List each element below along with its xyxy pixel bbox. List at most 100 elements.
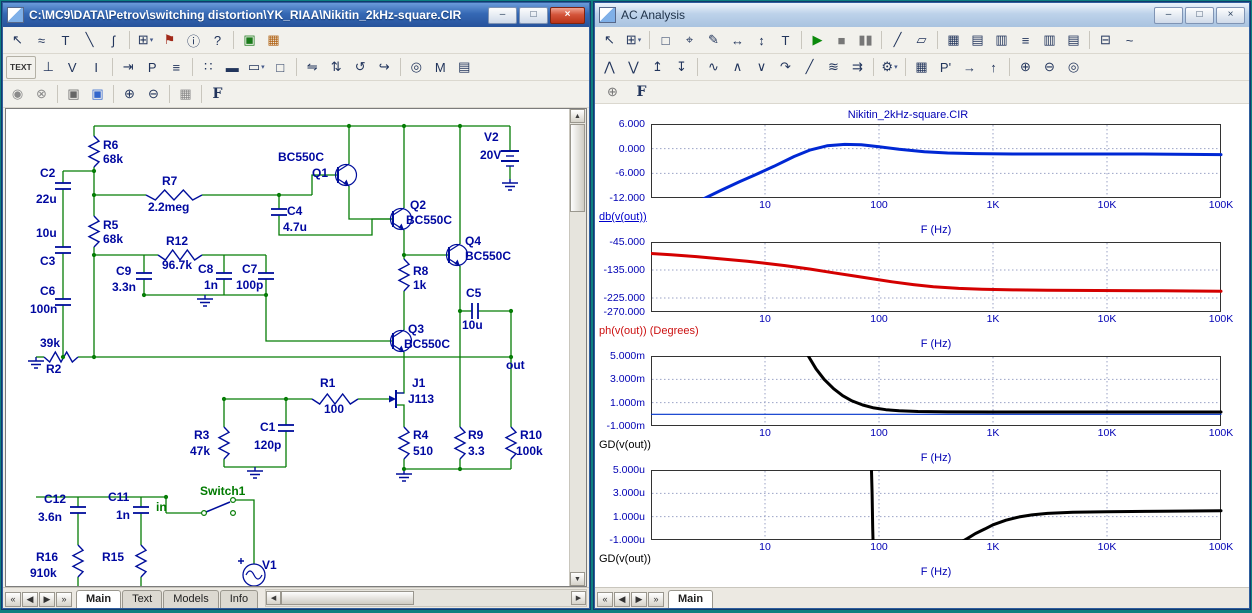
scroll-up-button[interactable]: ▲ [570,109,585,123]
component-label-39k[interactable]: 39k [40,337,60,350]
component-label-j1[interactable]: J1 [412,377,425,390]
component-label-j113[interactable]: J113 [408,393,434,406]
plot-area[interactable]: Nikitin_2kHz-square.CIR6.0000.000-6.000-… [595,104,1249,587]
font-button[interactable]: F [630,81,653,104]
component-label-1n[interactable]: 1n [116,509,130,522]
component-label-c5[interactable]: C5 [466,287,481,300]
vertical-scrollbar-track[interactable] [570,212,586,572]
ruler-toggle[interactable]: ▥ [990,29,1013,52]
component-label-out[interactable]: out [506,359,525,372]
tab-text[interactable]: Text [122,590,162,608]
component-label-c2[interactable]: C2 [40,167,55,180]
component-label-3.3[interactable]: 3.3 [468,445,485,458]
component-label-v1[interactable]: V1 [262,559,277,572]
component-label-r8[interactable]: R8 [413,265,428,278]
mirror-tool[interactable]: ⇋ [301,56,324,79]
component-label-22u[interactable]: 22u [36,193,57,206]
envelope-button[interactable]: ≋ [822,56,845,79]
component-label-10u[interactable]: 10u [36,227,57,240]
data-points-toggle[interactable]: ▦ [942,29,965,52]
component-label-c8[interactable]: C8 [198,263,213,276]
nav-first-button[interactable]: « [597,592,613,607]
component-label-bc550c[interactable]: BC550C [406,214,452,227]
component-label-100[interactable]: 100 [324,403,344,416]
vertical-scrollbar-thumb[interactable] [570,124,585,212]
close-button[interactable]: × [1216,7,1245,24]
scale-mode[interactable]: □ [654,29,677,52]
region-enable-mode[interactable]: ▣ [238,29,261,52]
analysis-titlebar[interactable]: AC Analysis – □ × [595,3,1249,27]
scroll-left-button[interactable]: ◀ [266,591,281,605]
component-label-r10[interactable]: R10 [520,429,542,442]
flag-mode[interactable]: ⚑ [158,29,181,52]
component-label-c3[interactable]: C3 [40,255,55,268]
performance-menu[interactable]: ⚙▾ [878,56,901,79]
component-label-120p[interactable]: 120p [254,439,281,452]
component-menu[interactable]: ⊞▾ [134,29,157,52]
scroll-right-button[interactable]: ▶ [571,591,586,605]
next-wave-button[interactable]: ∿ [702,56,725,79]
component-menu[interactable]: ⊞▾ [622,29,645,52]
component-label-r2[interactable]: R2 [46,363,61,376]
component-label-switch1[interactable]: Switch1 [200,485,245,498]
component-label-in[interactable]: in [156,501,167,514]
rotate-tool[interactable]: ↺ [349,56,372,79]
scribble-mode[interactable]: ʃ [102,29,125,52]
component-label-v2[interactable]: V2 [484,131,499,144]
minimize-button[interactable]: – [488,7,517,24]
go-to-high-button[interactable]: ↥ [646,56,669,79]
annotate-button[interactable]: ⊕ [601,81,624,104]
power-display-toggle[interactable]: P [141,56,164,79]
component-label-c1[interactable]: C1 [260,421,275,434]
run-button[interactable]: ▶ [806,29,829,52]
step-tool[interactable]: ↪ [373,56,396,79]
component-label-47k[interactable]: 47k [190,445,210,458]
spread-button[interactable]: ⇉ [846,56,869,79]
abort-button[interactable]: ⊗ [30,83,53,106]
nav-next-button[interactable]: ▶ [39,592,55,607]
find-tool[interactable]: ◎ [405,56,428,79]
baseline-toggle[interactable]: ⊟ [1094,29,1117,52]
component-label-10u[interactable]: 10u [462,319,483,332]
component-label-c4[interactable]: C4 [287,205,302,218]
node-voltages-toggle[interactable]: V [61,56,84,79]
component-label-q2[interactable]: Q2 [410,199,426,212]
go-to-low-button[interactable]: ↧ [670,56,693,79]
node-currents-toggle[interactable]: I [85,56,108,79]
select-tool[interactable]: ↖ [6,29,29,52]
schematic-titlebar[interactable]: C:\MC9\DATA\Petrov\switching distortion\… [3,3,589,27]
component-label-1k[interactable]: 1k [413,279,426,292]
flip-tool[interactable]: ⇅ [325,56,348,79]
component-label-r7[interactable]: R7 [162,175,177,188]
border-toggle[interactable]: ▬ [221,56,244,79]
nav-last-button[interactable]: » [648,592,664,607]
font-button[interactable]: F [206,83,229,106]
nav-first-button[interactable]: « [5,592,21,607]
schematic-drawing-area[interactable]: R668kC222uR72.2megBC550CQ1V220VR568k10uC… [6,109,569,586]
component-label-r4[interactable]: R4 [413,429,428,442]
tokens-toggle[interactable]: ▤ [966,29,989,52]
component-label-100k[interactable]: 100k [516,445,543,458]
component-label-q3[interactable]: Q3 [408,323,424,336]
title-block-menu[interactable]: ▭▾ [245,56,268,79]
component-label-4.7u[interactable]: 4.7u [283,221,307,234]
cycle-button[interactable]: ↷ [774,56,797,79]
component-label-r16[interactable]: R16 [36,551,58,564]
component-label-c11[interactable]: C11 [108,491,129,504]
find-part-tool[interactable]: M [429,56,452,79]
copy-picture-button[interactable]: ▣ [86,83,109,106]
rise-button[interactable]: ∧ [726,56,749,79]
component-label-68k[interactable]: 68k [103,153,123,166]
component-label-68k[interactable]: 68k [103,233,123,246]
component-label-3.6n[interactable]: 3.6n [38,511,62,524]
vertical-scrollbar[interactable]: ▲ ▼ [569,109,586,586]
page-info-button[interactable]: ▤ [453,56,476,79]
component-label-r3[interactable]: R3 [194,429,209,442]
power-button[interactable]: P' [934,56,957,79]
zoom-out-button[interactable]: ⊖ [1038,56,1061,79]
line-mode[interactable]: ╲ [78,29,101,52]
grid-toggle[interactable]: ∷ [197,56,220,79]
stop-button[interactable]: ■ [830,29,853,52]
minimize-button[interactable]: – [1154,7,1183,24]
help-button[interactable]: ◉ [6,83,29,106]
